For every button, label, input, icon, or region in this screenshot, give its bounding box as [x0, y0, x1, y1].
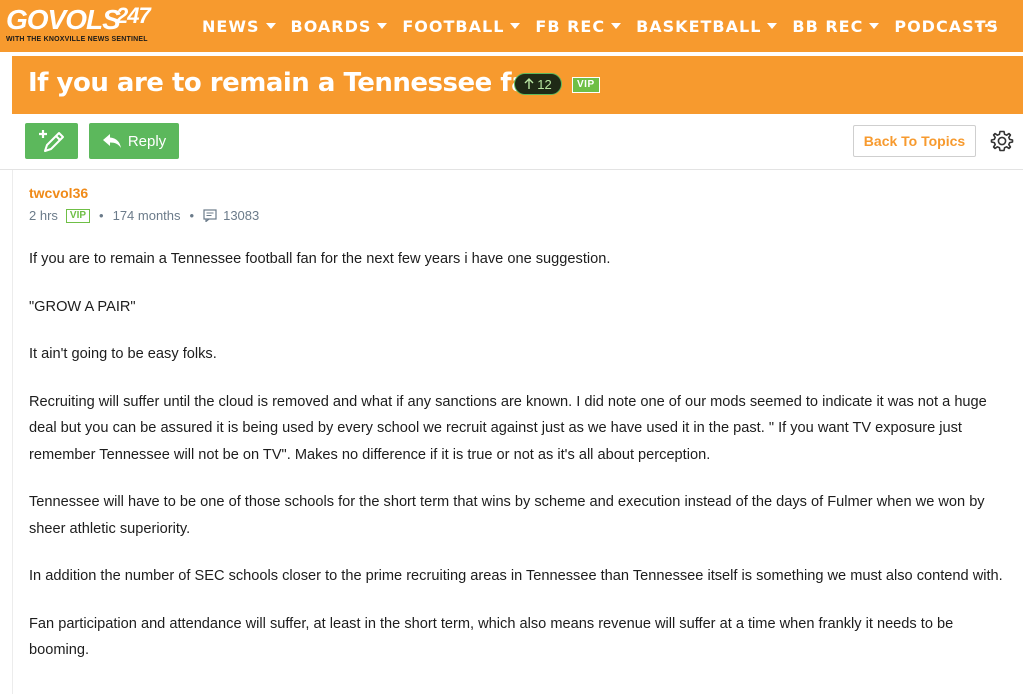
compose-pencil-icon — [38, 130, 64, 152]
nav-item-label: FOOTBALL — [402, 16, 505, 36]
gear-icon[interactable] — [990, 129, 1014, 153]
reply-arrow-icon — [102, 134, 121, 148]
logo-subtitle-name: KNOXVILLE NEWS SENTINEL — [43, 36, 148, 43]
meta-separator: • — [99, 208, 104, 223]
comments-icon — [203, 209, 217, 222]
chevron-down-icon — [611, 23, 622, 29]
chevron-down-icon — [869, 23, 880, 29]
meta-separator: • — [189, 208, 195, 223]
site-logo[interactable]: GOVOLS 247 WITH THE KNOXVILLE NEWS SENTI… — [6, 4, 186, 48]
logo-subtitle: WITH THE KNOXVILLE NEWS SENTINEL — [6, 36, 148, 43]
post-time[interactable]: 2 hrs — [29, 208, 58, 223]
thread-title-bar: If you are to remain a Tennessee fan. 12… — [12, 56, 1023, 114]
nav-menu: NEWS BOARDS FOOTBALL FB REC BASKETBALL B… — [202, 0, 1014, 52]
reply-button[interactable]: Reply — [89, 123, 179, 159]
post-paragraph: Recruiting will suffer until the cloud i… — [29, 393, 987, 463]
thread-title: If you are to remain a Tennessee fan. — [28, 68, 556, 98]
new-post-button[interactable] — [25, 123, 78, 159]
nav-item-label: NEWS — [202, 16, 260, 36]
chevron-down-icon — [265, 23, 276, 29]
nav-item-bb-rec[interactable]: BB REC — [792, 16, 880, 36]
thread-toolbar: Reply Back To Topics — [0, 114, 1023, 170]
post-card: twcvol36 2 hrs VIP • 174 months • 13083 … — [12, 170, 1023, 694]
nav-item-football[interactable]: FOOTBALL — [402, 16, 521, 36]
post-paragraph: It ain't going to be easy folks. — [29, 346, 217, 362]
back-to-topics-button[interactable]: Back To Topics — [853, 125, 976, 157]
nav-item-boards[interactable]: BOARDS — [291, 17, 388, 36]
author-vip-badge: VIP — [65, 208, 91, 223]
nav-item-news[interactable]: NEWS — [202, 17, 276, 36]
reply-label: Reply — [127, 132, 167, 150]
post-body: If you are to remain a Tennessee footbal… — [29, 246, 1014, 685]
post-paragraph: In addition the number of SEC schools cl… — [29, 568, 1003, 584]
nav-item-label: BB REC — [792, 16, 864, 36]
arrow-up-icon — [524, 78, 534, 89]
post-author[interactable]: twcvol36 — [29, 185, 88, 201]
post-meta: 2 hrs VIP • 174 months • 13083 — [29, 208, 259, 223]
author-tenure: 174 months — [112, 208, 181, 223]
post-paragraph: "GROW A PAIR" — [29, 298, 136, 315]
post-paragraph: If you are to remain a Tennessee footbal… — [29, 251, 611, 267]
vip-badge: VIP — [572, 77, 600, 93]
chevron-down-icon — [377, 23, 388, 29]
logo-wordmark: GOVOLS — [6, 4, 121, 35]
logo-number: 247 — [116, 3, 151, 28]
nav-item-label: FB REC — [535, 16, 606, 36]
nav-item-basketball[interactable]: BASKETBALL — [636, 16, 778, 36]
more-menu-icon[interactable]: ··· — [976, 16, 1000, 37]
chevron-down-icon — [510, 23, 521, 29]
post-paragraph: Tennessee will have to be one of those s… — [29, 494, 985, 537]
author-post-count: 13083 — [223, 208, 260, 223]
upvote-badge[interactable]: 12 — [514, 73, 562, 95]
top-navbar: GOVOLS 247 WITH THE KNOXVILLE NEWS SENTI… — [0, 0, 1023, 52]
chevron-down-icon — [767, 23, 778, 29]
nav-item-label: BOARDS — [290, 16, 372, 36]
post-paragraph: Fan participation and attendance will su… — [29, 615, 954, 659]
nav-item-label: BASKETBALL — [636, 16, 762, 36]
nav-item-fb-rec[interactable]: FB REC — [535, 16, 622, 36]
logo-subtitle-prefix: WITH THE — [6, 36, 42, 43]
vote-count: 12 — [537, 76, 552, 92]
